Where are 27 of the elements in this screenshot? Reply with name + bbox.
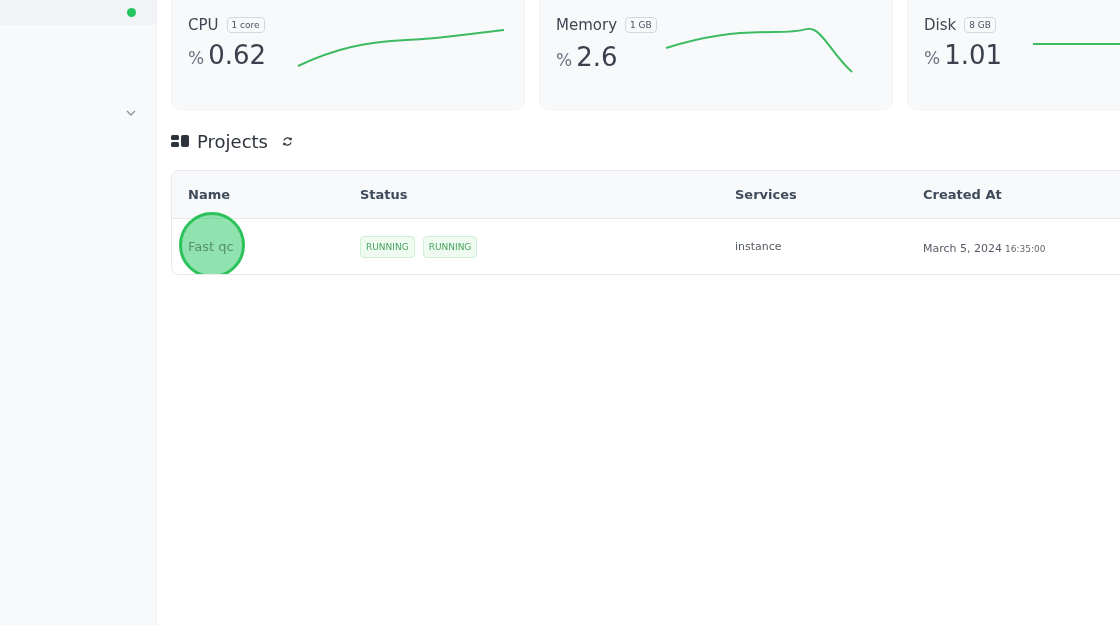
metric-badge: 8 GB — [964, 17, 996, 33]
metric-unit: % — [924, 48, 941, 68]
metric-value: 2.6 — [576, 42, 619, 72]
column-header: Created At — [923, 187, 1003, 202]
column-header: Status — [360, 187, 409, 202]
project-name[interactable]: Fast qc — [188, 239, 360, 254]
metric-label: Disk — [924, 16, 957, 34]
column-header: Services — [735, 187, 798, 202]
metric-badge: 1 GB — [625, 17, 657, 33]
refresh-icon[interactable] — [281, 135, 293, 147]
grid-icon — [171, 135, 189, 147]
chevron-icon[interactable] — [126, 110, 136, 116]
column-header: Name — [188, 187, 231, 202]
status-tag: RUNNING — [422, 235, 478, 258]
metric-label: Memory — [556, 16, 617, 34]
time-text: 16:35:00 — [1005, 244, 1046, 254]
metric-value: 0.62 — [208, 40, 268, 70]
section-title: Projects — [197, 130, 268, 152]
metric-value: 1.01 — [944, 40, 1004, 70]
metric-unit: % — [188, 48, 205, 68]
date-text: March 5, 2024 — [923, 242, 1002, 255]
status-tag: RUNNING — [360, 235, 415, 258]
metric-label: CPU — [188, 16, 219, 34]
table-cell-text: instance — [735, 240, 783, 253]
metric-unit: % — [556, 50, 573, 70]
click-marker — [179, 212, 245, 274]
metric-badge: 1 core — [226, 17, 265, 33]
